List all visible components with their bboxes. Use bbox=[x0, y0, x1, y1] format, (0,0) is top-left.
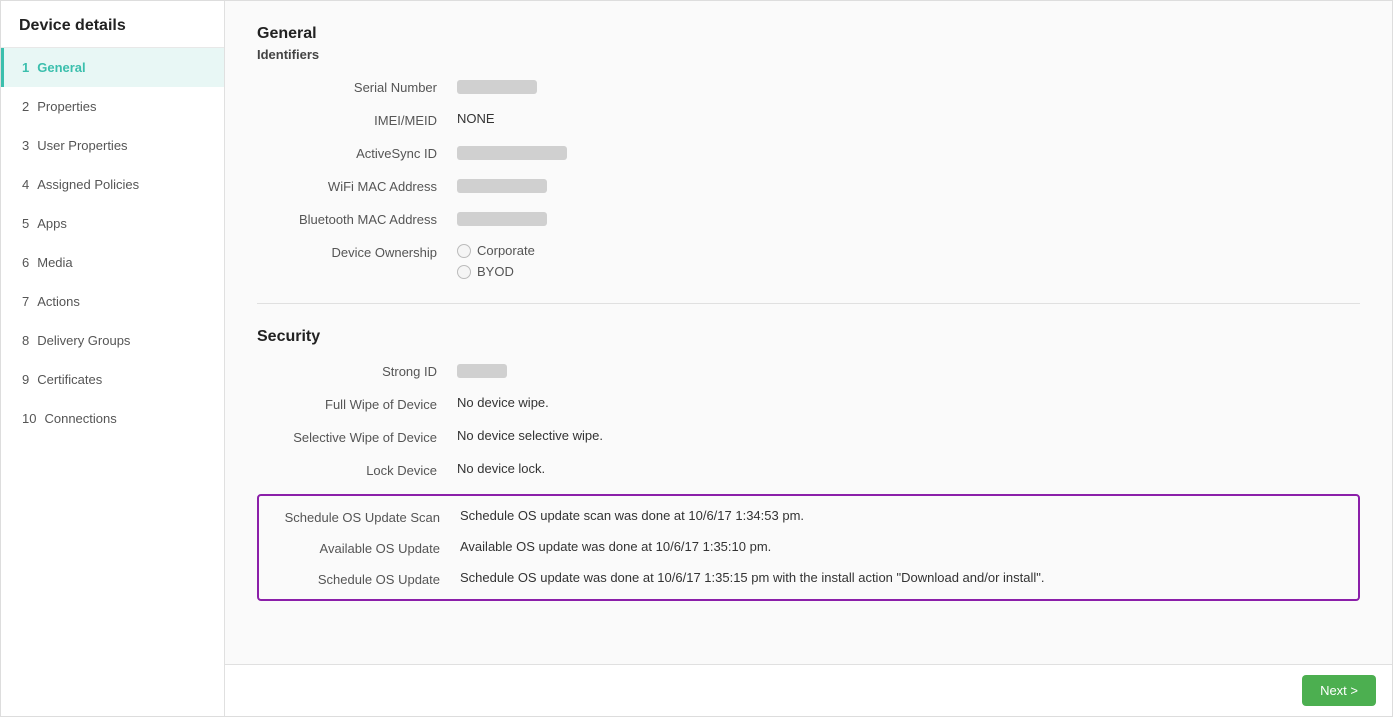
section-divider bbox=[257, 303, 1360, 304]
bluetooth-value bbox=[457, 210, 1360, 226]
ownership-corporate-option[interactable]: Corporate bbox=[457, 243, 1360, 258]
ownership-label: Device Ownership bbox=[257, 243, 457, 260]
footer: Next > bbox=[225, 664, 1392, 716]
serial-number-label: Serial Number bbox=[257, 78, 457, 95]
bluetooth-redacted bbox=[457, 212, 547, 226]
available-os-label: Available OS Update bbox=[275, 539, 460, 556]
ownership-corporate-label: Corporate bbox=[477, 243, 535, 258]
sidebar-item-general[interactable]: 1 General bbox=[1, 48, 224, 87]
schedule-os-update-value: Schedule OS update was done at 10/6/17 1… bbox=[460, 570, 1342, 585]
schedule-os-scan-value: Schedule OS update scan was done at 10/6… bbox=[460, 508, 1342, 523]
sidebar-item-assigned-policies[interactable]: 4 Assigned Policies bbox=[1, 165, 224, 204]
wifi-row: WiFi MAC Address bbox=[257, 177, 1360, 194]
wifi-redacted bbox=[457, 179, 547, 193]
identifiers-subtitle: Identifiers bbox=[257, 47, 1360, 62]
serial-number-redacted bbox=[457, 80, 537, 94]
sidebar-item-num: 8 bbox=[22, 333, 29, 348]
sidebar-item-num: 5 bbox=[22, 216, 29, 231]
serial-number-value bbox=[457, 78, 1360, 94]
selective-wipe-label: Selective Wipe of Device bbox=[257, 428, 457, 445]
ownership-byod-label: BYOD bbox=[477, 264, 514, 279]
full-wipe-label: Full Wipe of Device bbox=[257, 395, 457, 412]
sidebar-item-label: Actions bbox=[37, 294, 80, 309]
next-button[interactable]: Next > bbox=[1302, 675, 1376, 706]
activesync-label: ActiveSync ID bbox=[257, 144, 457, 161]
sidebar-item-label: Connections bbox=[44, 411, 116, 426]
sidebar-item-media[interactable]: 6 Media bbox=[1, 243, 224, 282]
sidebar-item-num: 3 bbox=[22, 138, 29, 153]
sidebar-item-user-properties[interactable]: 3 User Properties bbox=[1, 126, 224, 165]
schedule-os-update-row: Schedule OS Update Schedule OS update wa… bbox=[275, 570, 1342, 587]
strong-id-redacted bbox=[457, 364, 507, 378]
ownership-radio-group: Corporate BYOD bbox=[457, 243, 1360, 279]
available-os-row: Available OS Update Available OS update … bbox=[275, 539, 1342, 556]
radio-byod-icon bbox=[457, 265, 471, 279]
lock-device-row: Lock Device No device lock. bbox=[257, 461, 1360, 478]
ownership-byod-option[interactable]: BYOD bbox=[457, 264, 1360, 279]
full-wipe-value: No device wipe. bbox=[457, 395, 1360, 410]
wifi-value bbox=[457, 177, 1360, 193]
sidebar-item-delivery-groups[interactable]: 8 Delivery Groups bbox=[1, 321, 224, 360]
strong-id-label: Strong ID bbox=[257, 362, 457, 379]
selective-wipe-row: Selective Wipe of Device No device selec… bbox=[257, 428, 1360, 445]
bluetooth-row: Bluetooth MAC Address bbox=[257, 210, 1360, 227]
sidebar-item-label: Delivery Groups bbox=[37, 333, 130, 348]
wifi-label: WiFi MAC Address bbox=[257, 177, 457, 194]
sidebar-item-apps[interactable]: 5 Apps bbox=[1, 204, 224, 243]
imei-row: IMEI/MEID NONE bbox=[257, 111, 1360, 128]
ownership-row: Device Ownership Corporate BYOD bbox=[257, 243, 1360, 279]
sidebar-item-certificates[interactable]: 9 Certificates bbox=[1, 360, 224, 399]
sidebar-item-num: 7 bbox=[22, 294, 29, 309]
sidebar-item-num: 4 bbox=[22, 177, 29, 192]
ownership-value: Corporate BYOD bbox=[457, 243, 1360, 279]
sidebar-item-label: General bbox=[37, 60, 85, 75]
sidebar-item-label: Certificates bbox=[37, 372, 102, 387]
activesync-row: ActiveSync ID bbox=[257, 144, 1360, 161]
schedule-os-update-label: Schedule OS Update bbox=[275, 570, 460, 587]
general-title: General bbox=[257, 25, 1360, 43]
sidebar-item-label: User Properties bbox=[37, 138, 127, 153]
sidebar-item-num: 10 bbox=[22, 411, 36, 426]
sidebar-item-properties[interactable]: 2 Properties bbox=[1, 87, 224, 126]
sidebar-item-label: Properties bbox=[37, 99, 96, 114]
strong-id-row: Strong ID bbox=[257, 362, 1360, 379]
activesync-value bbox=[457, 144, 1360, 160]
schedule-os-scan-row: Schedule OS Update Scan Schedule OS upda… bbox=[275, 508, 1342, 525]
selective-wipe-value: No device selective wipe. bbox=[457, 428, 1360, 443]
sidebar-item-label: Media bbox=[37, 255, 72, 270]
lock-device-value: No device lock. bbox=[457, 461, 1360, 476]
sidebar-item-connections[interactable]: 10 Connections bbox=[1, 399, 224, 438]
lock-device-label: Lock Device bbox=[257, 461, 457, 478]
sidebar-item-num: 6 bbox=[22, 255, 29, 270]
sidebar-item-num: 9 bbox=[22, 372, 29, 387]
imei-label: IMEI/MEID bbox=[257, 111, 457, 128]
sidebar-item-num: 1 bbox=[22, 60, 29, 75]
strong-id-value bbox=[457, 362, 1360, 378]
imei-value: NONE bbox=[457, 111, 1360, 126]
main-content: General Identifiers Serial Number IMEI/M… bbox=[225, 1, 1392, 664]
sidebar-item-label: Apps bbox=[37, 216, 67, 231]
os-update-highlight-box: Schedule OS Update Scan Schedule OS upda… bbox=[257, 494, 1360, 601]
security-title: Security bbox=[257, 328, 1360, 346]
sidebar: Device details 1 General 2 Properties 3 … bbox=[1, 1, 225, 716]
bluetooth-label: Bluetooth MAC Address bbox=[257, 210, 457, 227]
radio-corporate-icon bbox=[457, 244, 471, 258]
activesync-redacted bbox=[457, 146, 567, 160]
serial-number-row: Serial Number bbox=[257, 78, 1360, 95]
schedule-os-scan-label: Schedule OS Update Scan bbox=[275, 508, 460, 525]
full-wipe-row: Full Wipe of Device No device wipe. bbox=[257, 395, 1360, 412]
sidebar-item-num: 2 bbox=[22, 99, 29, 114]
sidebar-item-actions[interactable]: 7 Actions bbox=[1, 282, 224, 321]
available-os-value: Available OS update was done at 10/6/17 … bbox=[460, 539, 1342, 554]
sidebar-title: Device details bbox=[1, 1, 224, 48]
sidebar-item-label: Assigned Policies bbox=[37, 177, 139, 192]
